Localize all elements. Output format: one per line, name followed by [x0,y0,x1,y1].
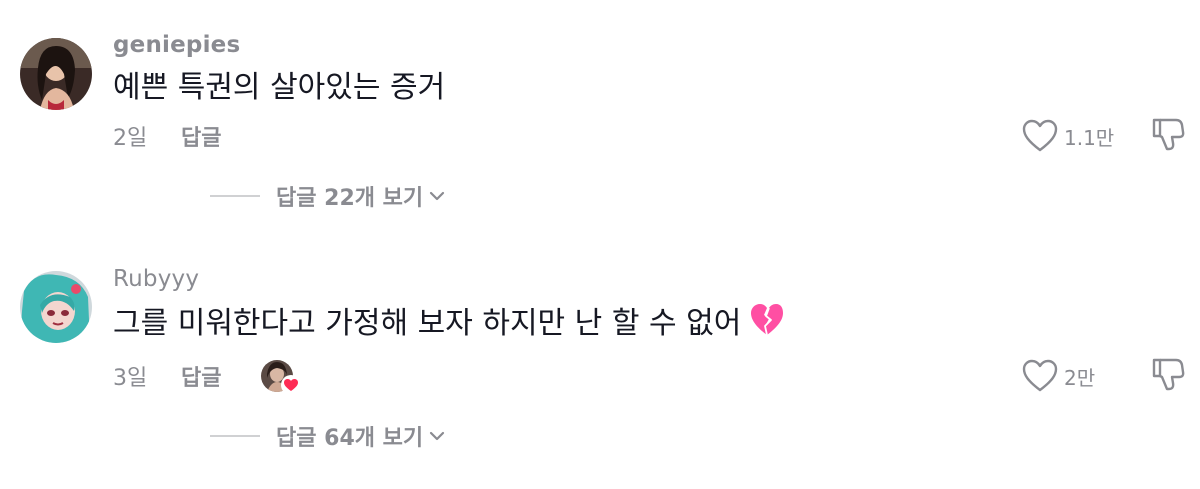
chevron-down-icon [430,431,445,441]
comment-item: geniepies 예쁜 특권의 살아있는 증거 2일 답글 1.1만 답글 2… [0,0,1200,240]
divider-line [210,435,260,437]
timestamp: 3일 [113,366,148,391]
comment-text-content: 예쁜 특권의 살아있는 증거 [113,70,446,105]
comment-text-content: 그를 미워한다고 가정해 보자 하지만 난 할 수 없어 [113,306,742,341]
heart-icon [281,375,302,395]
thumbs-down-icon [1152,358,1185,391]
username[interactable]: Rubyyy [113,266,199,292]
like-button[interactable]: 1.1만 [1022,119,1142,153]
comment-actions: 2만 [1022,356,1186,396]
comment-meta: 3일 답글 [113,356,302,396]
comment-meta: 2일 답글 [113,116,221,156]
heart-outline-icon [1022,359,1058,392]
view-replies-button[interactable]: 답글 22개 보기 [210,176,445,216]
view-replies-label: 답글 64개 보기 [276,426,424,451]
avatar[interactable] [20,271,92,343]
avatar[interactable] [20,38,92,110]
comment-actions: 1.1만 [1022,116,1186,156]
broken-heart-icon [751,304,784,336]
thumbs-down-icon [1152,118,1185,151]
liked-by-creator-badge[interactable] [261,357,302,395]
heart-outline-icon [1022,119,1058,152]
comment-text: 그를 미워한다고 가정해 보자 하지만 난 할 수 없어 [113,300,785,341]
view-replies-button[interactable]: 답글 64개 보기 [210,416,445,456]
reply-button[interactable]: 답글 [181,360,221,392]
comment-text: 예쁜 특권의 살아있는 증거 [113,64,446,105]
view-replies-label: 답글 22개 보기 [276,186,424,211]
dislike-button[interactable] [1150,356,1186,396]
like-button[interactable]: 2만 [1022,359,1142,393]
comment-item: Rubyyy 그를 미워한다고 가정해 보자 하지만 난 할 수 없어 3일 답… [0,240,1200,489]
dislike-button[interactable] [1150,116,1186,156]
like-count: 1.1만 [1064,125,1115,150]
reply-button[interactable]: 답글 [181,120,221,152]
like-count: 2만 [1064,365,1096,390]
username[interactable]: geniepies [113,32,240,58]
divider-line [210,195,260,197]
timestamp: 2일 [113,126,148,151]
chevron-down-icon [430,191,445,201]
